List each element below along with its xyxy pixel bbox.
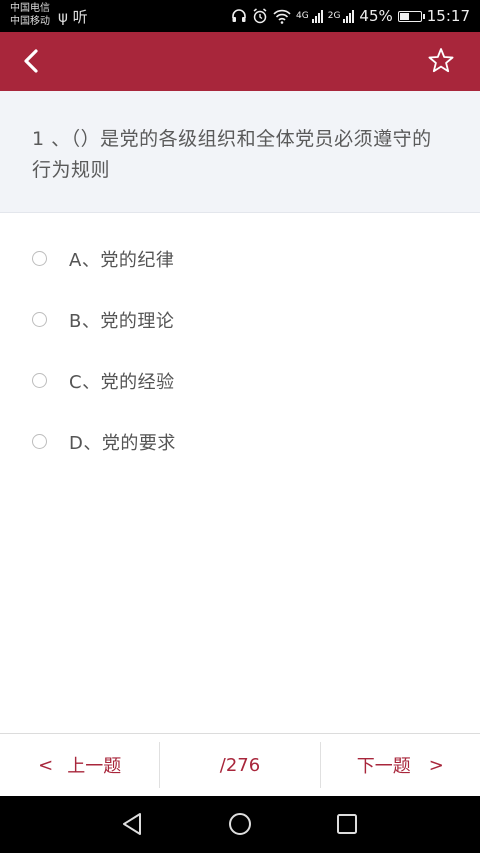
option-label: A、党的纪律 [69,249,175,271]
page-count: /276 [219,754,261,776]
option-a[interactable]: A、党的纪律 [0,228,480,289]
system-nav-bar [0,796,480,853]
carrier-1: 中国电信 [10,3,50,14]
status-right: 4G 2G 45% 15:17 [231,0,470,32]
signal-1-icon [311,9,323,23]
nav-home-icon[interactable] [225,809,255,839]
radio-button[interactable] [32,251,47,266]
answer-options: A、党的纪律 B、党的理论 C、党的经验 D、党的要求 [0,228,480,472]
option-label: D、党的要求 [69,432,176,454]
status-bar: 中国电信 中国移动 ψ 听 4G 2G 45% 15:17 [0,0,480,32]
next-question-button[interactable]: 下一题 > [321,734,480,796]
radio-button[interactable] [32,434,47,449]
battery-percent: 45% [359,7,393,25]
clock: 15:17 [426,7,470,25]
carrier-names: 中国电信 中国移动 [10,2,50,28]
carrier-2: 中国移动 [10,16,50,27]
notification-icons: ψ 听 [58,8,88,26]
app-bar [0,32,480,91]
wifi-icon [273,9,291,24]
question-panel: 1 、（）是党的各级组织和全体党员必须遵守的行为规则 [0,91,480,213]
signal-2-icon [343,9,355,23]
nav-recents-icon[interactable] [332,809,362,839]
network-type-2: 2G [327,11,341,21]
nav-back-icon[interactable] [118,809,148,839]
radio-button[interactable] [32,312,47,327]
question-text: 1 、（）是党的各级组织和全体党员必须遵守的行为规则 [32,128,432,181]
back-icon[interactable] [16,44,50,78]
option-c[interactable]: C、党的经验 [0,350,480,411]
page-counter[interactable]: /276 [160,734,319,796]
alarm-icon [253,8,267,24]
chevron-right-icon: > [428,754,444,776]
prev-label: 上一题 [67,756,122,777]
option-label: B、党的理论 [69,310,175,332]
favorite-star-icon[interactable] [426,46,456,76]
option-label: C、党的经验 [69,371,175,393]
battery-icon [397,10,425,22]
headphones-icon [232,9,246,22]
radio-button[interactable] [32,373,47,388]
network-type-1: 4G [296,11,309,21]
chevron-left-icon: < [38,754,54,776]
prev-question-button[interactable]: < 上一题 [0,734,159,796]
option-d[interactable]: D、党的要求 [0,411,480,472]
next-label: 下一题 [356,756,411,777]
question-pager: < 上一题 /276 下一题 > [0,733,480,796]
option-b[interactable]: B、党的理论 [0,289,480,350]
